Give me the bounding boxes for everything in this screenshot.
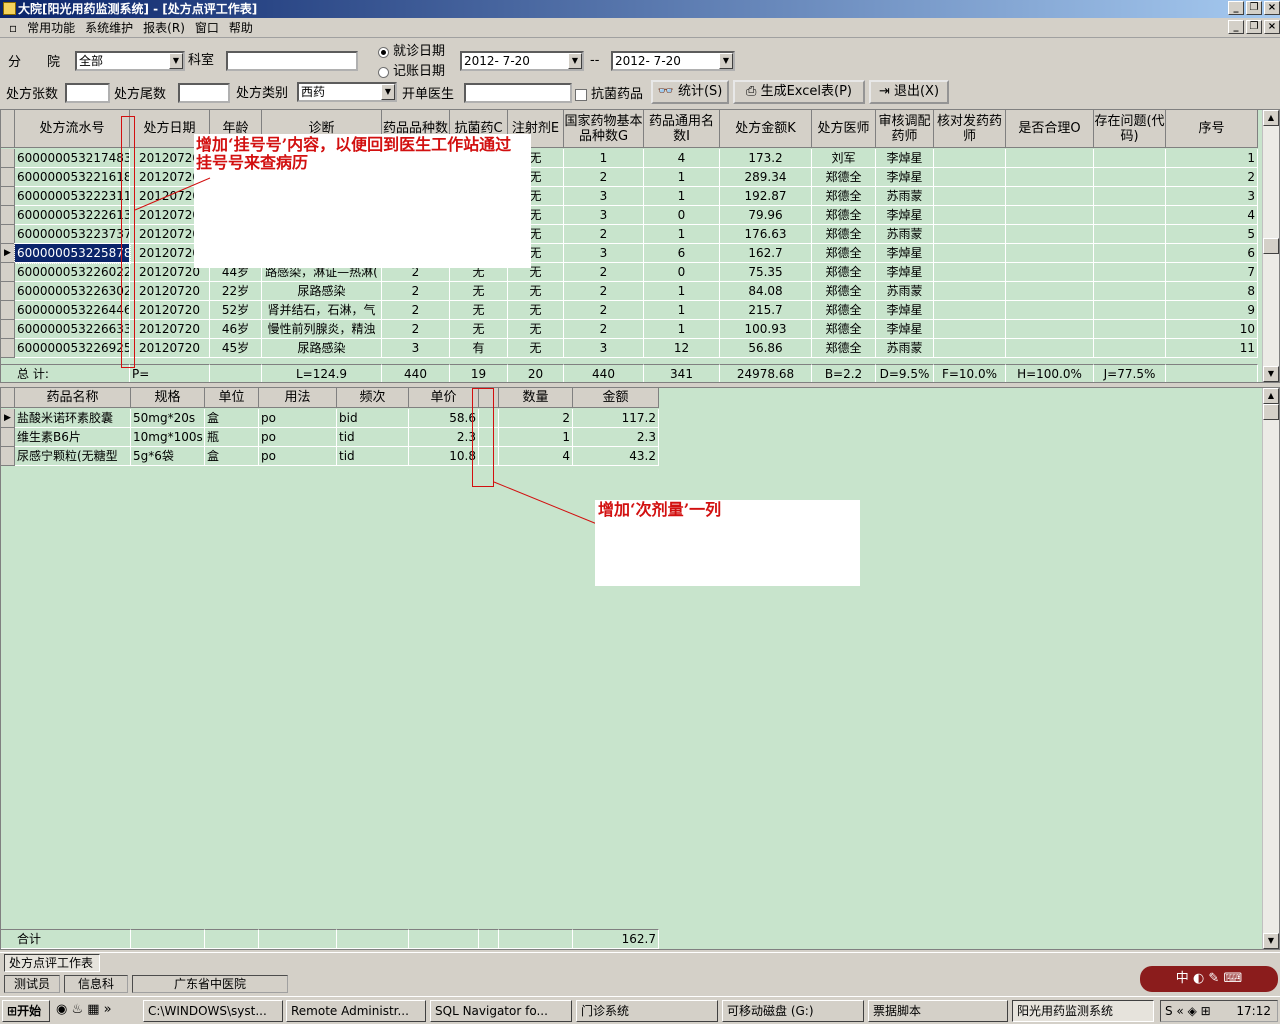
task-remote-admin[interactable]: Remote Administr...	[286, 1000, 426, 1022]
annotation-box-2	[472, 388, 494, 487]
taskbar: ⊞开始 ◉ ♨ ▦ » C:\WINDOWS\syst... Remote Ad…	[0, 996, 1280, 1024]
quicklaunch-icons[interactable]: ◉ ♨ ▦ »	[56, 1002, 136, 1017]
start-label: 开始	[17, 1004, 42, 1018]
task-sql-navigator[interactable]: SQL Navigator fo...	[430, 1000, 572, 1022]
annotation-note-2: 增加‘次剂量’一列	[598, 500, 722, 519]
task-sunshine-system[interactable]: 阳光用药监测系统	[1012, 1000, 1154, 1022]
system-tray: S « ◈ ⊞ 17:12	[1160, 1000, 1278, 1022]
task-cmd[interactable]: C:\WINDOWS\syst...	[143, 1000, 283, 1022]
status-bar: 测试员 信息科 广东省中医院 中 ◐ ✎ ⌨	[0, 966, 1280, 994]
annotation-line-1	[134, 177, 211, 211]
mdi-tabbar	[0, 952, 1280, 974]
windows-logo-icon: ⊞	[7, 1004, 18, 1018]
ime-label: 中	[1175, 971, 1189, 986]
tab-rx-review[interactable]: 处方点评工作表	[4, 954, 100, 972]
ime-tools-icon: ◐ ✎ ⌨	[1192, 971, 1243, 986]
ime-toolbar[interactable]: 中 ◐ ✎ ⌨	[1140, 966, 1278, 992]
task-scripts[interactable]: 票据脚本	[868, 1000, 1008, 1022]
start-button[interactable]: ⊞开始	[2, 1000, 50, 1022]
annotation-line-2	[493, 481, 598, 525]
clock: 17:12	[1236, 1004, 1271, 1018]
status-role: 测试员	[4, 975, 60, 993]
tray-icons[interactable]: S « ◈ ⊞	[1161, 1001, 1211, 1021]
status-dept: 信息科	[64, 975, 128, 993]
task-outpatient[interactable]: 门诊系统	[576, 1000, 718, 1022]
status-hospital: 广东省中医院	[132, 975, 288, 993]
task-removable-disk[interactable]: 可移动磁盘 (G:)	[722, 1000, 864, 1022]
